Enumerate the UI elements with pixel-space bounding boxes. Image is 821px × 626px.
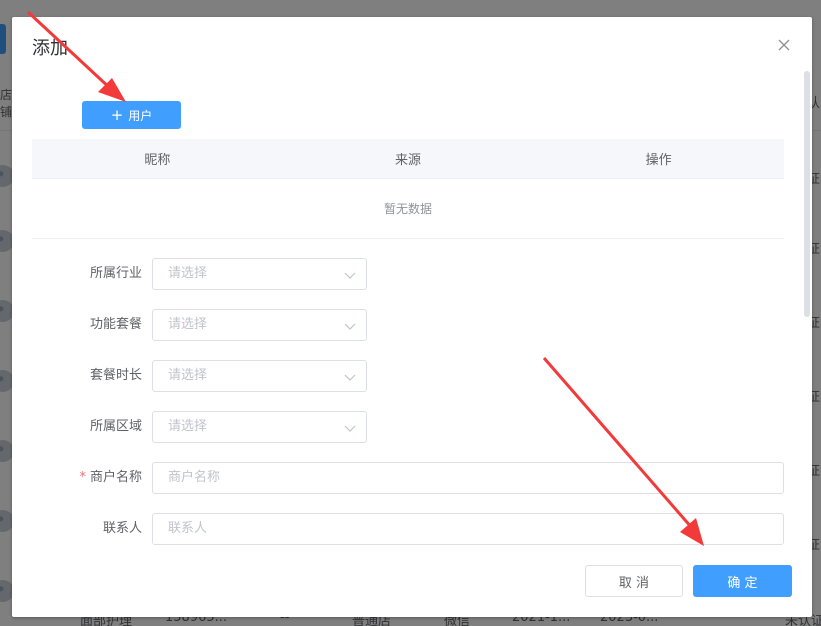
chevron-down-icon <box>344 272 356 279</box>
table-empty-text: 暂无数据 <box>32 179 784 239</box>
region-select[interactable]: 请选择 <box>152 411 367 443</box>
chevron-down-icon <box>344 374 356 381</box>
plus-icon: + <box>110 105 124 124</box>
add-user-button[interactable]: + 用户 <box>82 101 181 129</box>
table-header: 昵称 来源 操作 <box>32 139 784 179</box>
cancel-button[interactable]: 取 消 <box>585 565 683 597</box>
required-mark: * <box>79 470 86 485</box>
column-header-actions: 操作 <box>645 153 672 168</box>
user-table: 昵称 来源 操作 暂无数据 <box>32 139 784 239</box>
column-header-source: 来源 <box>395 153 422 168</box>
form-item-region: 所属区域 请选择 <box>32 411 784 443</box>
form-item-merchant-name: * 商户名称 商户名称 <box>32 462 784 494</box>
dialog-title: 添加 <box>32 38 68 59</box>
package-placeholder: 请选择 <box>168 317 208 332</box>
form-item-contact: 联系人 联系人 <box>32 513 784 545</box>
merchant-name-label: * 商户名称 <box>32 462 142 494</box>
package-select[interactable]: 请选择 <box>152 309 367 341</box>
chevron-down-icon <box>344 425 356 432</box>
chevron-down-icon <box>344 323 356 330</box>
industry-select[interactable]: 请选择 <box>152 258 367 290</box>
column-header-nickname: 昵称 <box>144 153 171 168</box>
region-label: 所属区域 <box>89 419 142 434</box>
form-item-duration: 套餐时长 请选择 <box>32 360 784 392</box>
confirm-button[interactable]: 确 定 <box>693 565 792 597</box>
contact-placeholder: 联系人 <box>168 521 208 536</box>
scrollbar-thumb[interactable] <box>804 71 810 317</box>
add-dialog: 添加 + 用户 昵称 来源 操作 暂无数据 所属行业 请选择 功能套餐 请选择 … <box>12 17 812 617</box>
add-user-label: 用户 <box>128 108 153 123</box>
package-label: 功能套餐 <box>89 317 142 332</box>
merchant-name-input[interactable]: 商户名称 <box>152 462 784 494</box>
merchant-name-label-text: 商户名称 <box>89 470 142 485</box>
duration-select[interactable]: 请选择 <box>152 360 367 392</box>
region-placeholder: 请选择 <box>168 419 208 434</box>
duration-placeholder: 请选择 <box>168 368 208 383</box>
industry-label: 所属行业 <box>89 266 142 281</box>
merchant-name-placeholder: 商户名称 <box>168 470 221 485</box>
contact-input[interactable]: 联系人 <box>152 513 784 545</box>
duration-label: 套餐时长 <box>89 368 142 383</box>
close-icon[interactable] <box>776 37 792 53</box>
contact-label: 联系人 <box>102 521 142 536</box>
form-item-package: 功能套餐 请选择 <box>32 309 784 341</box>
form-item-industry: 所属行业 请选择 <box>32 258 784 290</box>
industry-placeholder: 请选择 <box>168 266 208 281</box>
